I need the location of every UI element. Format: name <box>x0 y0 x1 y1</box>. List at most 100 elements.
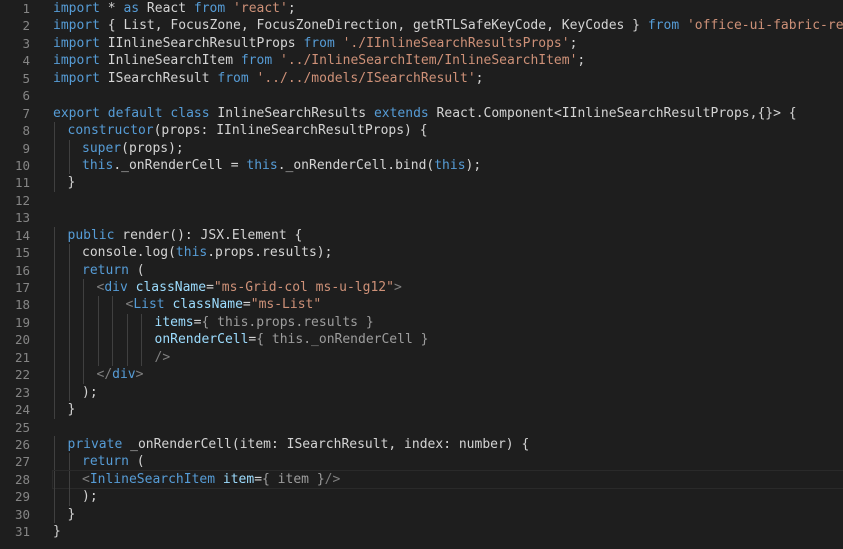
line-number: 17 <box>14 280 30 295</box>
code-content[interactable]: export default class InlineSearchResults… <box>53 105 843 122</box>
code-token: div <box>112 367 136 383</box>
code-content[interactable]: import InlineSearchItem from '../InlineS… <box>53 52 843 69</box>
code-line[interactable]: 1 import * as React from 'react'; <box>0 0 843 17</box>
code-line[interactable]: 24} <box>0 401 843 419</box>
code-line[interactable]: 15 console.log(this.props.results); <box>0 244 843 262</box>
code-content[interactable]: <InlineSearchItem item={ item }/> <box>52 469 843 490</box>
code-token: _onRenderCell(item: ISearchResult, index… <box>122 436 530 452</box>
indent-guide <box>54 331 55 349</box>
code-line[interactable]: 31} <box>0 523 843 540</box>
code-line[interactable]: 22 </div> <box>0 366 843 384</box>
code-content[interactable] <box>53 192 843 209</box>
indent-guide <box>112 313 113 332</box>
indent-guide <box>68 156 70 175</box>
code-token: { this._onRenderCell } <box>256 332 429 348</box>
indent-guide <box>97 331 99 349</box>
indent-guide <box>68 488 70 506</box>
code-content[interactable]: </div> <box>53 366 843 384</box>
indent-guide <box>54 348 55 367</box>
code-token: ); <box>82 489 98 505</box>
code-line[interactable]: 7 export default class InlineSearchResult… <box>0 105 843 122</box>
line-number: 9 <box>22 140 30 156</box>
code-line[interactable]: 27 return ( <box>0 453 843 471</box>
code-token: constructor <box>67 123 154 139</box>
code-line[interactable]: 8 constructor(props: IInlineSearchResultP… <box>0 122 843 140</box>
code-line[interactable]: 4 import InlineSearchItem from '../Inline… <box>0 52 843 69</box>
line-number: 2 <box>22 18 30 34</box>
code-line[interactable]: 10 this._onRenderCell = this._onRenderCel… <box>0 156 843 175</box>
code-text: return ( <box>53 262 145 279</box>
code-line[interactable]: 6 <box>0 87 843 104</box>
code-line[interactable]: 16 return ( <box>0 261 843 279</box>
code-line[interactable]: 20 onRenderCell={ this._onRenderCell } <box>0 331 843 349</box>
code-content[interactable]: } <box>53 401 843 419</box>
code-token: < <box>82 471 90 487</box>
code-line[interactable]: 18 <List className="ms-List" <box>0 296 843 314</box>
indent-guide <box>68 348 70 367</box>
code-content[interactable] <box>53 209 843 226</box>
code-content[interactable]: import IInlineSearchResultProps from './… <box>53 35 843 52</box>
code-content[interactable]: console.log(this.props.results); <box>53 244 843 262</box>
code-content[interactable]: private _onRenderCell(item: ISearchResul… <box>53 435 843 454</box>
code-content[interactable]: items={ this.props.results } <box>53 313 843 332</box>
code-line[interactable]: 28 <InlineSearchItem item={ item }/> <box>0 469 843 490</box>
code-line[interactable]: 25 <box>0 419 843 436</box>
code-content[interactable] <box>53 87 843 104</box>
code-content[interactable]: return ( <box>53 261 843 279</box>
code-content[interactable]: <List className="ms-List" <box>53 296 843 314</box>
code-line[interactable]: 14 public render(): JSX.Element { <box>0 226 843 245</box>
indent-guide <box>126 331 128 349</box>
line-number: 1 <box>22 1 30 16</box>
indent-guide <box>54 296 55 314</box>
code-content[interactable]: ); <box>53 383 843 402</box>
code-line[interactable]: 9 super(props); <box>0 139 843 157</box>
code-line[interactable]: 19 items={ this.props.results } <box>0 313 843 332</box>
line-number: 29 <box>14 489 30 505</box>
indent-guide <box>54 435 55 454</box>
code-token: > <box>393 280 402 295</box>
code-line[interactable]: 21 /> <box>0 348 843 367</box>
code-token: className <box>172 297 243 313</box>
code-editor[interactable]: 1 import * as React from 'react'; 2 import … <box>0 0 843 549</box>
indent-guide <box>141 331 142 349</box>
code-line[interactable]: 3 import IInlineSearchResultProps from '.… <box>0 35 843 52</box>
code-token: * <box>99 1 124 16</box>
indent-guide <box>54 488 55 506</box>
indent-guide <box>68 296 70 314</box>
code-line[interactable]: 5 import ISearchResult from '../../models… <box>0 70 843 87</box>
code-token: super <box>82 140 122 156</box>
code-content[interactable]: this._onRenderCell = this._onRenderCell.… <box>53 156 843 175</box>
code-token: /> <box>154 349 171 365</box>
code-content[interactable]: ); <box>53 488 843 506</box>
code-line[interactable]: 30} <box>0 505 843 524</box>
code-line[interactable]: 12 <box>0 192 843 209</box>
code-text: import InlineSearchItem from '../InlineS… <box>53 52 585 69</box>
code-content[interactable]: import ISearchResult from '../../models/… <box>53 70 843 87</box>
code-line[interactable]: 26 private _onRenderCell(item: ISearchRes… <box>0 435 843 454</box>
line-number: 31 <box>14 524 30 540</box>
code-text: private _onRenderCell(item: ISearchResul… <box>53 436 530 453</box>
code-content[interactable]: super(props); <box>53 139 843 157</box>
code-line[interactable]: 29); <box>0 488 843 506</box>
code-content[interactable] <box>53 419 843 436</box>
code-content[interactable]: constructor(props: IInlineSearchResultPr… <box>53 122 843 140</box>
code-content[interactable]: } <box>53 174 843 192</box>
code-token: /> <box>324 471 341 487</box>
code-line[interactable]: 23); <box>0 383 843 402</box>
line-number: 30 <box>14 506 30 522</box>
code-content[interactable]: onRenderCell={ this._onRenderCell } <box>53 331 843 349</box>
code-content[interactable]: } <box>53 505 843 524</box>
code-content[interactable]: return ( <box>53 453 843 471</box>
code-token: ; <box>569 35 578 51</box>
code-content[interactable]: } <box>53 523 843 540</box>
code-line[interactable]: 13 <box>0 209 843 226</box>
code-line[interactable]: 2 import { List, FocusZone, FocusZoneDire… <box>0 17 843 34</box>
code-line[interactable]: 11} <box>0 174 843 192</box>
code-content[interactable]: <div className="ms-Grid-col ms-u-lg12"> <box>53 279 843 297</box>
code-line[interactable]: 17 <div className="ms-Grid-col ms-u-lg12"… <box>0 279 843 297</box>
code-token: React.Component<IInlineSearchResultProps… <box>428 105 797 121</box>
code-content[interactable]: /> <box>53 348 843 367</box>
code-content[interactable]: import * as React from 'react'; <box>53 0 843 17</box>
code-content[interactable]: import { List, FocusZone, FocusZoneDirec… <box>53 17 843 34</box>
code-content[interactable]: public render(): JSX.Element { <box>53 226 843 245</box>
